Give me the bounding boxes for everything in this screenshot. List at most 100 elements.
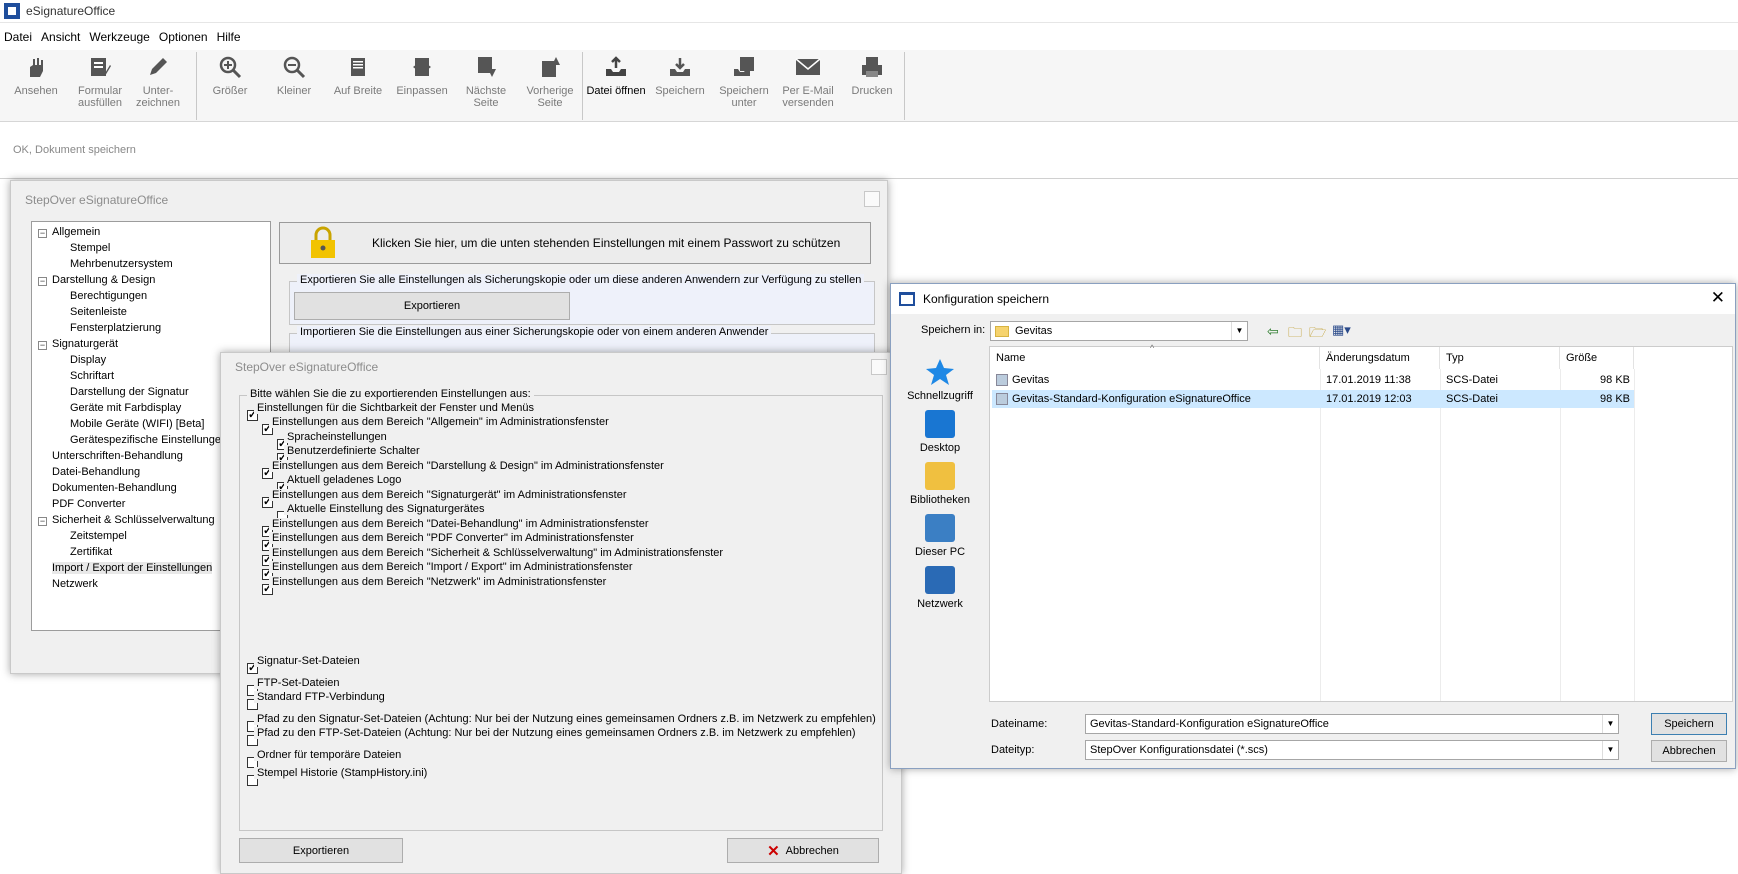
tree-item[interactable]: PDF Converter <box>52 498 125 510</box>
tree-item[interactable]: Signaturgerät <box>52 338 118 350</box>
previous-page-button[interactable]: Vorherige Seite <box>518 50 582 122</box>
tree-item[interactable]: Datei-Behandlung <box>52 466 140 478</box>
tree-item[interactable]: Geräte mit Farbdisplay <box>70 402 181 414</box>
export-option-label: Ordner für temporäre Dateien <box>254 749 405 761</box>
up-folder-icon[interactable]: 🗀 <box>1288 322 1302 346</box>
export-option-checkbox[interactable]: Einstellungen aus dem Bereich "Darstellu… <box>262 460 667 479</box>
column-divider <box>1440 369 1441 701</box>
password-protect-bar[interactable]: Klicken Sie hier, um die unten stehenden… <box>279 222 871 264</box>
folder-icon <box>995 325 1009 337</box>
tree-item[interactable]: Berechtigungen <box>70 290 147 302</box>
tree-item[interactable]: Stempel <box>70 242 110 254</box>
fill-form-button[interactable]: Formular ausfüllen <box>68 50 132 122</box>
tree-expander[interactable]: − <box>38 229 47 238</box>
zoom-in-button[interactable]: Größer <box>198 50 262 122</box>
export-option-label: Spracheinstellungen <box>284 431 390 443</box>
view-button[interactable]: Ansehen <box>4 50 68 122</box>
tree-item[interactable]: Unterschriften-Behandlung <box>52 450 183 462</box>
tree-expander[interactable]: − <box>38 341 47 350</box>
file-size: 98 KB <box>1600 393 1630 405</box>
save-in-combo[interactable]: Gevitas ▼ <box>990 321 1248 341</box>
menu-datei[interactable]: Datei <box>4 30 32 44</box>
places-libraries-icon <box>925 462 955 490</box>
place-item[interactable]: Netzwerk <box>899 566 981 610</box>
fit-width-icon <box>344 54 372 80</box>
fit-button[interactable]: Einpassen <box>390 50 454 122</box>
fit-page-icon <box>408 54 436 80</box>
settings-close-button[interactable] <box>864 191 880 207</box>
export-option-checkbox[interactable]: Standard FTP-Verbindung <box>247 691 388 710</box>
column-size[interactable]: Größe <box>1560 347 1634 369</box>
filename-input[interactable]: Gevitas-Standard-Konfiguration eSignatur… <box>1085 714 1619 734</box>
sign-button[interactable]: Unter-zeichnen <box>126 50 190 122</box>
menu-ansicht[interactable]: Ansicht <box>41 30 80 44</box>
tree-item[interactable]: Dokumenten-Behandlung <box>52 482 177 494</box>
column-divider <box>1560 369 1561 701</box>
tree-item[interactable]: Sicherheit & Schlüsselverwaltung <box>52 514 215 526</box>
email-button[interactable]: Per E-Mail versenden <box>776 50 840 122</box>
export-button[interactable]: Exportieren <box>239 838 403 863</box>
toolbar-separator <box>582 52 583 120</box>
tree-item[interactable]: Display <box>70 354 106 366</box>
tree-item[interactable]: Netzwerk <box>52 578 98 590</box>
place-item[interactable]: Schnellzugriff <box>899 358 981 402</box>
filetype-select[interactable]: StepOver Konfigurationsdatei (*.scs) ▼ <box>1085 740 1619 760</box>
tree-item[interactable]: Darstellung der Signatur <box>70 386 189 398</box>
tree-item[interactable]: Allgemein <box>52 226 100 238</box>
tree-item[interactable]: Zertifikat <box>70 546 112 558</box>
tree-item[interactable]: Seitenleiste <box>70 306 127 318</box>
export-option-checkbox[interactable]: Signatur-Set-Dateien <box>247 655 363 674</box>
place-label: Bibliotheken <box>910 494 970 506</box>
export-option-checkbox[interactable]: Einstellungen aus dem Bereich "Allgemein… <box>262 416 612 435</box>
print-button[interactable]: Drucken <box>840 50 904 122</box>
tree-item[interactable]: Import / Export der Einstellungen <box>52 562 213 574</box>
place-item[interactable]: Dieser PC <box>899 514 981 558</box>
tree-item[interactable]: Schriftart <box>70 370 114 382</box>
zoom-out-button[interactable]: Kleiner <box>262 50 326 122</box>
export-option-checkbox[interactable]: Einstellungen aus dem Bereich "Signaturg… <box>262 489 630 508</box>
menu-werkzeuge[interactable]: Werkzeuge <box>89 30 149 44</box>
fit-width-button[interactable]: Auf Breite <box>326 50 390 122</box>
file-icon <box>996 393 1008 405</box>
column-date[interactable]: Änderungsdatum <box>1320 347 1440 369</box>
export-option-label: Signatur-Set-Dateien <box>254 655 363 667</box>
save-dialog-close-button[interactable]: ✕ <box>1711 288 1725 308</box>
column-type[interactable]: Typ <box>1440 347 1560 369</box>
new-folder-icon[interactable]: 🗁 <box>1309 322 1326 346</box>
tree-item[interactable]: Mobile Geräte (WIFI) [Beta] <box>70 418 204 430</box>
cancel-export-button[interactable]: ✕ Abbrechen <box>727 838 879 863</box>
export-dialog-close-button[interactable] <box>871 359 887 375</box>
save-as-button[interactable]: Speichern unter <box>712 50 776 122</box>
menu-hilfe[interactable]: Hilfe <box>217 30 241 44</box>
place-item[interactable]: Bibliotheken <box>899 462 981 506</box>
tree-expander[interactable]: − <box>38 517 47 526</box>
tree-item[interactable]: Mehrbenutzersystem <box>70 258 173 270</box>
view-menu-icon[interactable]: ▦▾ <box>1332 322 1351 338</box>
tree-item[interactable]: Zeitstempel <box>70 530 127 542</box>
tree-item[interactable]: Darstellung & Design <box>52 274 155 286</box>
export-option-checkbox[interactable]: Einstellungen aus dem Bereich "Netzwerk"… <box>262 576 610 595</box>
export-option-checkbox[interactable]: Pfad zu den FTP-Set-Dateien (Achtung: Nu… <box>247 727 859 746</box>
dialog-save-button[interactable]: Speichern <box>1651 713 1727 735</box>
places-this-pc-icon <box>925 514 955 542</box>
tree-expander[interactable]: − <box>38 277 47 286</box>
file-date: 17.01.2019 12:03 <box>1326 393 1412 405</box>
next-page-button[interactable]: Nächste Seite <box>454 50 518 122</box>
file-row[interactable]: Gevitas 17.01.2019 11:38 SCS-Datei 98 KB <box>992 371 1634 389</box>
tree-item[interactable]: Fensterplatzierung <box>70 322 161 334</box>
settings-export-button[interactable]: Exportieren <box>294 292 570 320</box>
dialog-cancel-button[interactable]: Abbrechen <box>1651 740 1727 762</box>
tree-item[interactable]: Gerätespezifische Einstellungen <box>70 434 227 446</box>
back-arrow-icon[interactable]: ⇦ <box>1267 323 1279 340</box>
export-option-label: Einstellungen aus dem Bereich "Datei-Beh… <box>269 518 652 530</box>
place-label: Schnellzugriff <box>907 390 973 402</box>
chevron-down-icon: ▼ <box>1602 741 1618 759</box>
place-item[interactable]: Desktop <box>899 410 981 454</box>
file-row[interactable]: Gevitas-Standard-Konfiguration eSignatur… <box>992 390 1634 408</box>
export-option-checkbox[interactable]: Stempel Historie (StampHistory.ini) <box>247 767 431 786</box>
column-name[interactable]: Name <box>990 347 1320 369</box>
menu-optionen[interactable]: Optionen <box>159 30 208 44</box>
open-file-button[interactable]: Datei öffnen <box>584 50 648 122</box>
save-button[interactable]: Speichern <box>648 50 712 122</box>
export-option-checkbox[interactable]: Einstellungen für die Sichtbarkeit der F… <box>247 402 537 421</box>
